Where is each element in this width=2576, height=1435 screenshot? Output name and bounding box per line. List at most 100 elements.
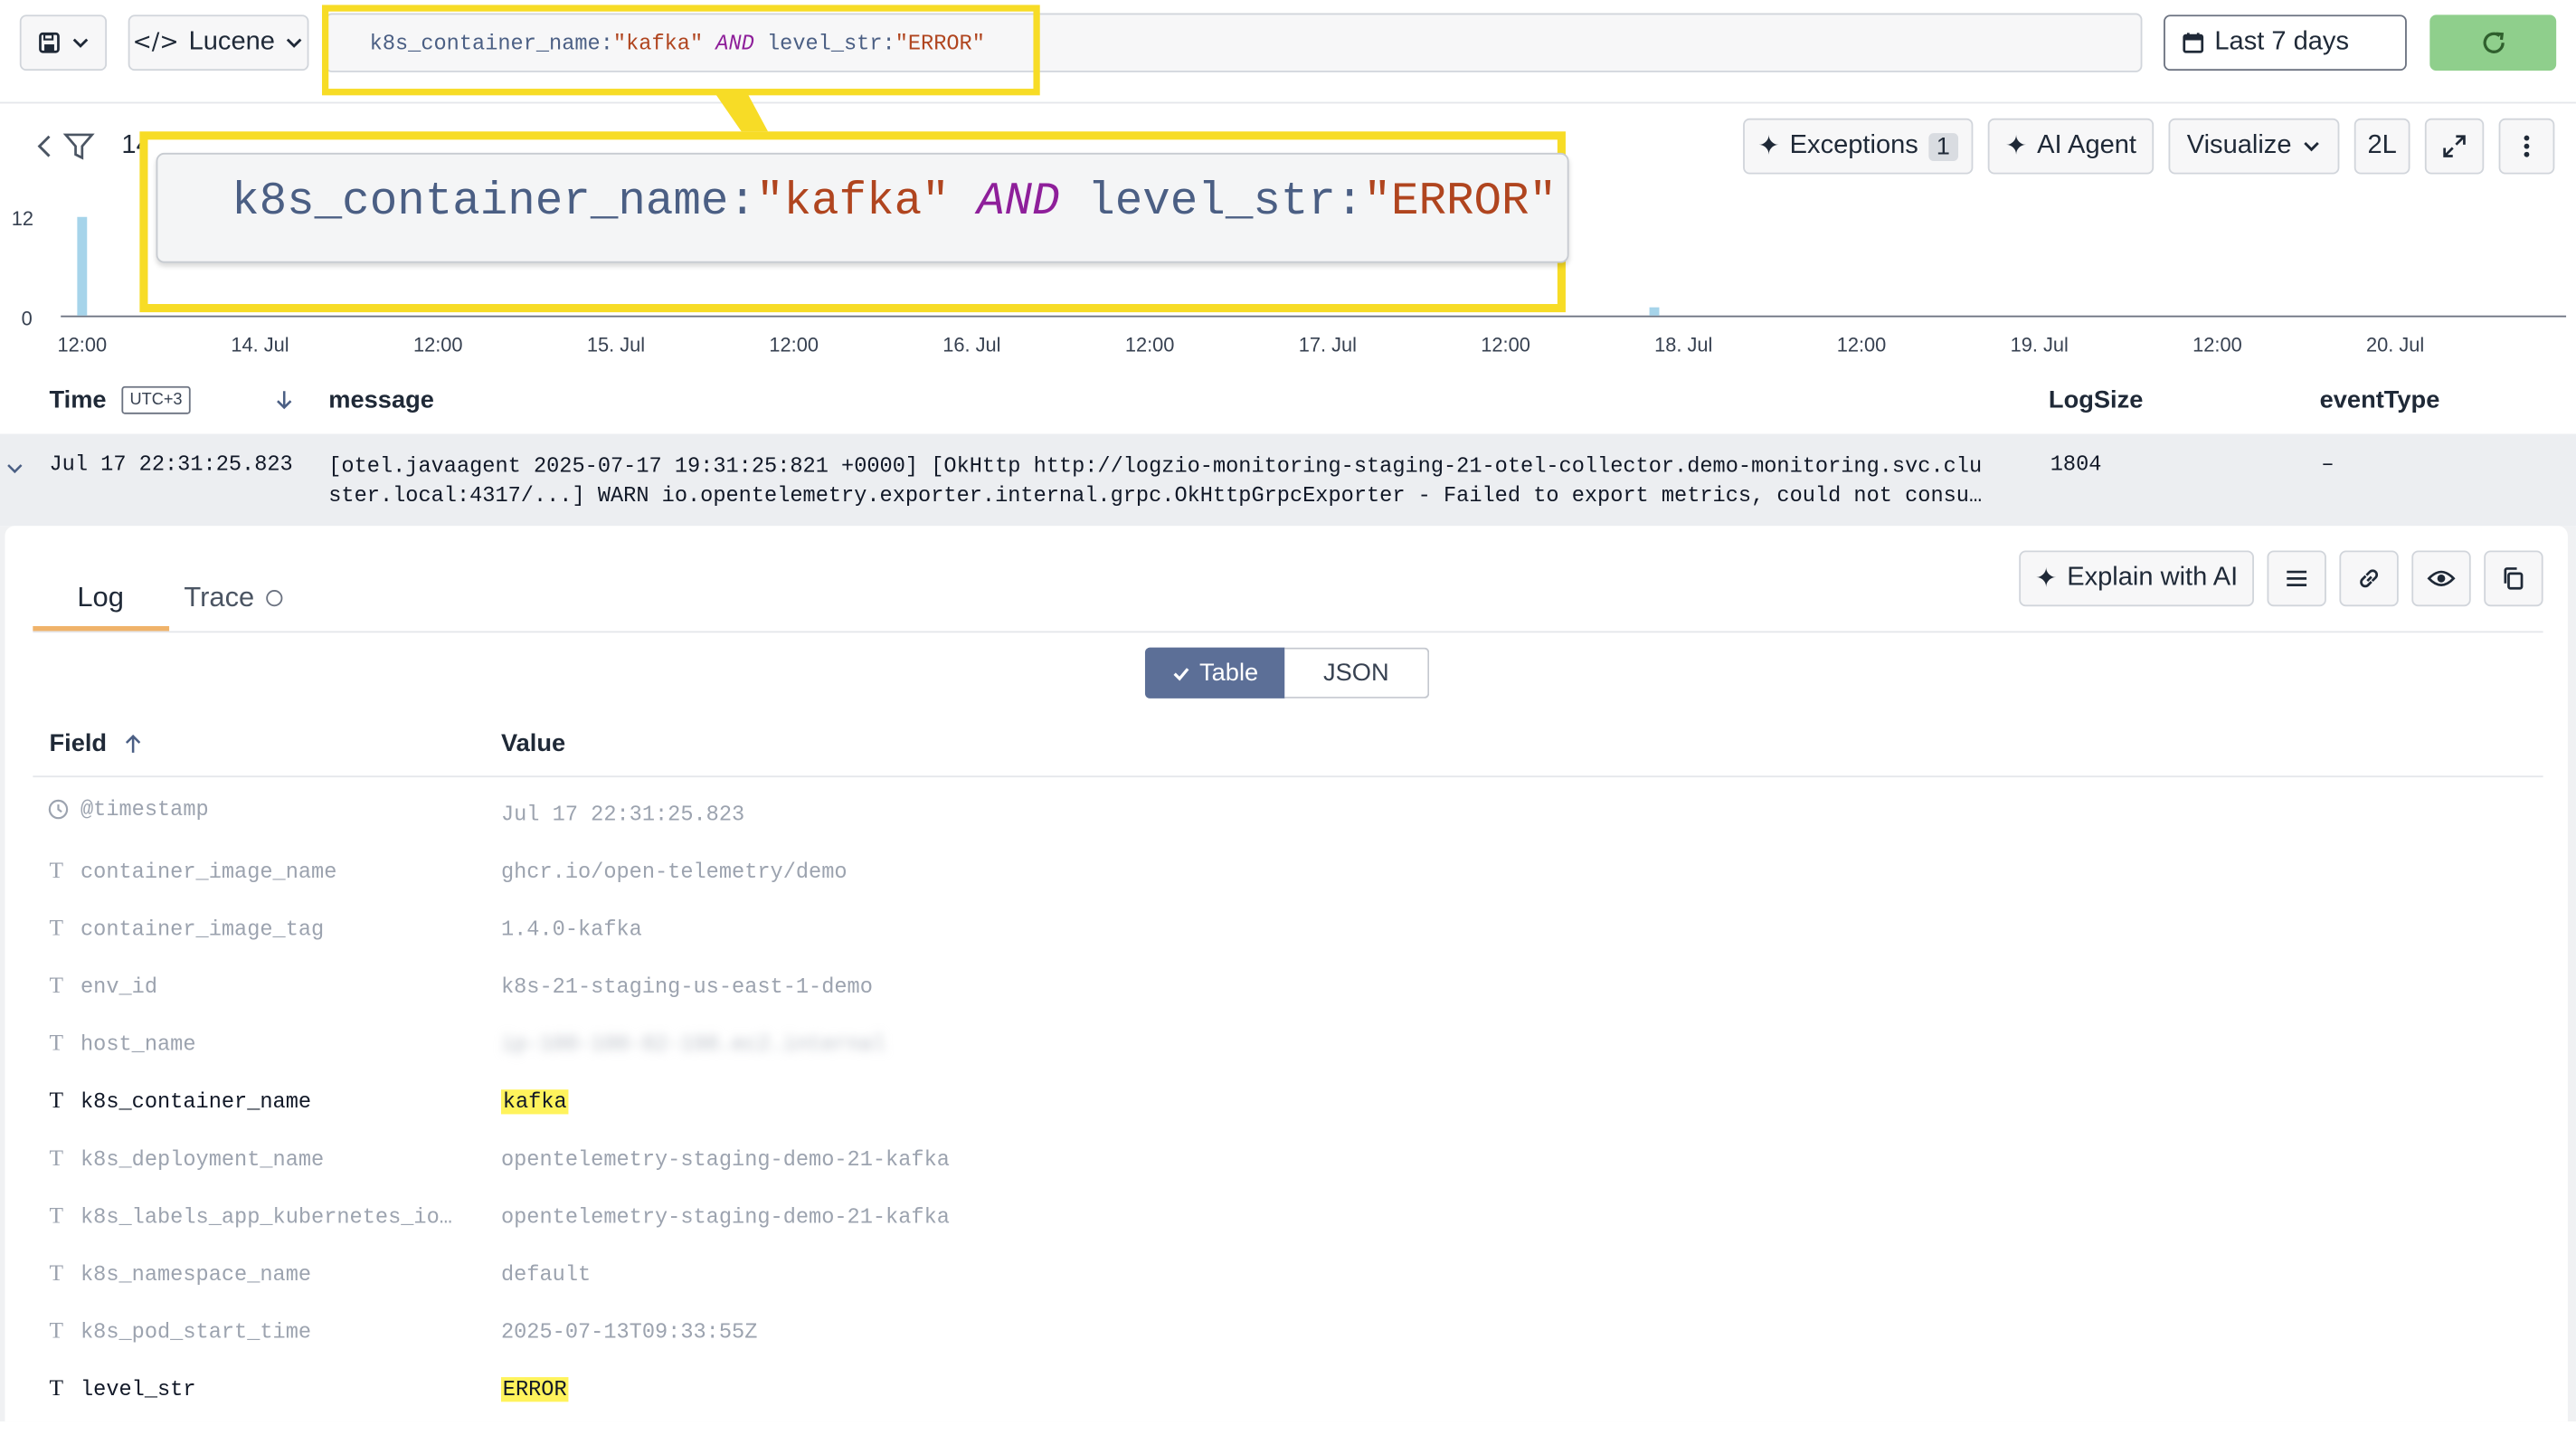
field-name: k8s_deployment_name <box>80 1146 325 1173</box>
text-type-icon: T <box>49 917 64 942</box>
search-highlight: kafka <box>500 1089 569 1115</box>
text-type-icon: T <box>49 1089 64 1115</box>
text-type-icon: T <box>49 1319 64 1345</box>
field-name: env_id <box>80 974 158 1000</box>
field-value-redacted: ip-100-100-82-198.ec2.internal <box>500 1031 886 1057</box>
table-view-toggle[interactable]: Table <box>1144 647 1285 698</box>
field-name: level_str <box>80 1377 196 1402</box>
field-name: container_image_tag <box>80 917 325 942</box>
field-value: k8s-21-staging-us-east-1-demo <box>500 974 873 1000</box>
field-value: opentelemetry-staging-demo-21-kafka <box>500 1204 950 1230</box>
view-button[interactable] <box>2411 550 2471 607</box>
link-icon <box>2360 569 2379 588</box>
zoomed-query-box: k8s_container_name:"kafka" AND level_str… <box>156 152 1569 263</box>
zoomed-query-text: k8s_container_name:"kafka" AND level_str… <box>232 177 1558 229</box>
text-type-icon: T <box>49 974 64 1000</box>
chevron-down-icon[interactable] <box>5 461 24 477</box>
x-tick-label: 15. Jul <box>586 333 646 357</box>
explain-with-ai-label: Explain with AI <box>2067 563 2239 592</box>
field-name: k8s_labels_app_kubernetes_io… <box>80 1204 452 1230</box>
x-tick-label: 14. Jul <box>231 333 289 357</box>
clock-icon <box>48 799 69 820</box>
eventtype-column-header[interactable]: eventType <box>2320 386 2440 414</box>
explain-with-ai-button[interactable]: ✦ Explain with AI <box>2019 550 2254 607</box>
field-row[interactable]: T host_name ip-100-100-82-198.ec2.intern… <box>0 1032 2576 1090</box>
text-type-icon: T <box>49 1261 64 1288</box>
field-name: k8s_container_name <box>80 1089 312 1115</box>
field-column-header[interactable]: Field <box>49 729 107 757</box>
field-row[interactable]: T container_image_name ghcr.io/open-tele… <box>0 860 2576 917</box>
text-type-icon: T <box>49 859 64 885</box>
field-value: ERROR <box>500 1377 569 1402</box>
x-tick-label: 12:00 <box>412 333 463 357</box>
json-view-toggle[interactable]: JSON <box>1284 647 1430 698</box>
message-column-header[interactable]: message <box>328 386 434 414</box>
field-value: kafka <box>500 1089 569 1115</box>
x-tick-label: 16. Jul <box>942 333 1001 357</box>
eye-icon <box>2427 570 2456 586</box>
x-tick-label: 20. Jul <box>2366 333 2425 357</box>
text-type-icon: T <box>49 1204 64 1230</box>
wrap-lines-button[interactable] <box>2267 550 2326 607</box>
copy-icon <box>2504 567 2524 590</box>
text-type-icon: T <box>49 1031 64 1057</box>
timezone-badge[interactable]: UTC+3 <box>121 385 191 414</box>
log-message: [otel.javaagent 2025-07-17 19:31:25:821 … <box>328 453 1983 508</box>
time-column-header[interactable]: Time <box>49 386 106 414</box>
x-tick-label: 18. Jul <box>1654 333 1713 357</box>
field-value: default <box>500 1261 592 1288</box>
field-row-highlighted[interactable]: T level_str ERROR <box>0 1377 2576 1435</box>
field-value: 1.4.0-kafka <box>500 917 642 942</box>
callout-source-frame <box>321 5 1040 96</box>
text-type-icon: T <box>49 1377 64 1402</box>
field-value: Jul 17 22:31:25.823 <box>500 802 745 827</box>
field-name: container_image_name <box>80 859 337 885</box>
x-tick-label: 17. Jul <box>1298 333 1357 357</box>
tabs-divider <box>33 631 2543 633</box>
log-size-value: 1804 <box>2050 451 2102 477</box>
field-row[interactable]: T k8s_labels_app_kubernetes_io… opentele… <box>0 1204 2576 1262</box>
copy-button[interactable] <box>2484 550 2543 607</box>
histogram-bar[interactable] <box>1649 307 1659 316</box>
x-tick-label: 12:00 <box>2192 333 2242 357</box>
field-row[interactable]: T env_id k8s-21-staging-us-east-1-demo <box>0 974 2576 1032</box>
field-row[interactable]: T container_image_tag 1.4.0-kafka <box>0 917 2576 974</box>
trace-status-icon <box>265 590 282 607</box>
x-tick-label: 12:00 <box>1481 333 1530 357</box>
field-row-timestamp[interactable]: @timestamp Jul 17 22:31:25.823 <box>0 797 2576 855</box>
search-highlight: ERROR <box>500 1377 569 1402</box>
event-type-value: – <box>2321 451 2334 477</box>
x-tick-label: 12:00 <box>1124 333 1175 357</box>
log-time: Jul 17 22:31:25.823 <box>49 451 293 477</box>
field-header-divider <box>33 775 2543 778</box>
sort-desc-icon[interactable] <box>274 388 294 420</box>
lines-icon <box>2287 570 2307 586</box>
copy-link-button[interactable] <box>2339 550 2399 607</box>
field-value: 2025-07-13T09:33:55Z <box>500 1319 758 1345</box>
x-tick-label: 12:00 <box>57 333 108 357</box>
histogram-bar[interactable] <box>77 216 88 316</box>
text-type-icon: T <box>49 1146 64 1173</box>
check-icon <box>1173 667 1189 680</box>
log-row[interactable]: Jul 17 22:31:25.823 [otel.javaagent 2025… <box>0 433 2576 527</box>
field-name: @timestamp <box>80 796 209 822</box>
value-column-header: Value <box>500 729 566 758</box>
field-name: k8s_namespace_name <box>80 1261 312 1288</box>
field-value: ghcr.io/open-telemetry/demo <box>500 859 848 885</box>
field-name: host_name <box>80 1031 196 1057</box>
x-tick-label: 19. Jul <box>2010 333 2069 357</box>
logsize-column-header[interactable]: LogSize <box>2049 386 2143 414</box>
zoom-callout: k8s_container_name:"kafka" AND level_str… <box>139 131 1569 313</box>
field-row[interactable]: T k8s_deployment_name opentelemetry-stag… <box>0 1147 2576 1205</box>
field-name: k8s_pod_start_time <box>80 1319 312 1345</box>
x-tick-label: 12:00 <box>769 333 819 357</box>
field-value: opentelemetry-staging-demo-21-kafka <box>500 1146 950 1173</box>
sparkle-icon: ✦ <box>2034 565 2058 594</box>
x-tick-label: 12:00 <box>1836 333 1887 357</box>
field-row[interactable]: T k8s_namespace_name default <box>0 1262 2576 1320</box>
sort-asc-icon[interactable] <box>123 733 143 765</box>
tab-trace[interactable]: Trace <box>184 582 282 614</box>
field-row-highlighted[interactable]: T k8s_container_name kafka <box>0 1089 2576 1147</box>
tab-log[interactable]: Log <box>77 582 124 614</box>
field-row[interactable]: T k8s_pod_start_time 2025-07-13T09:33:55… <box>0 1319 2576 1377</box>
